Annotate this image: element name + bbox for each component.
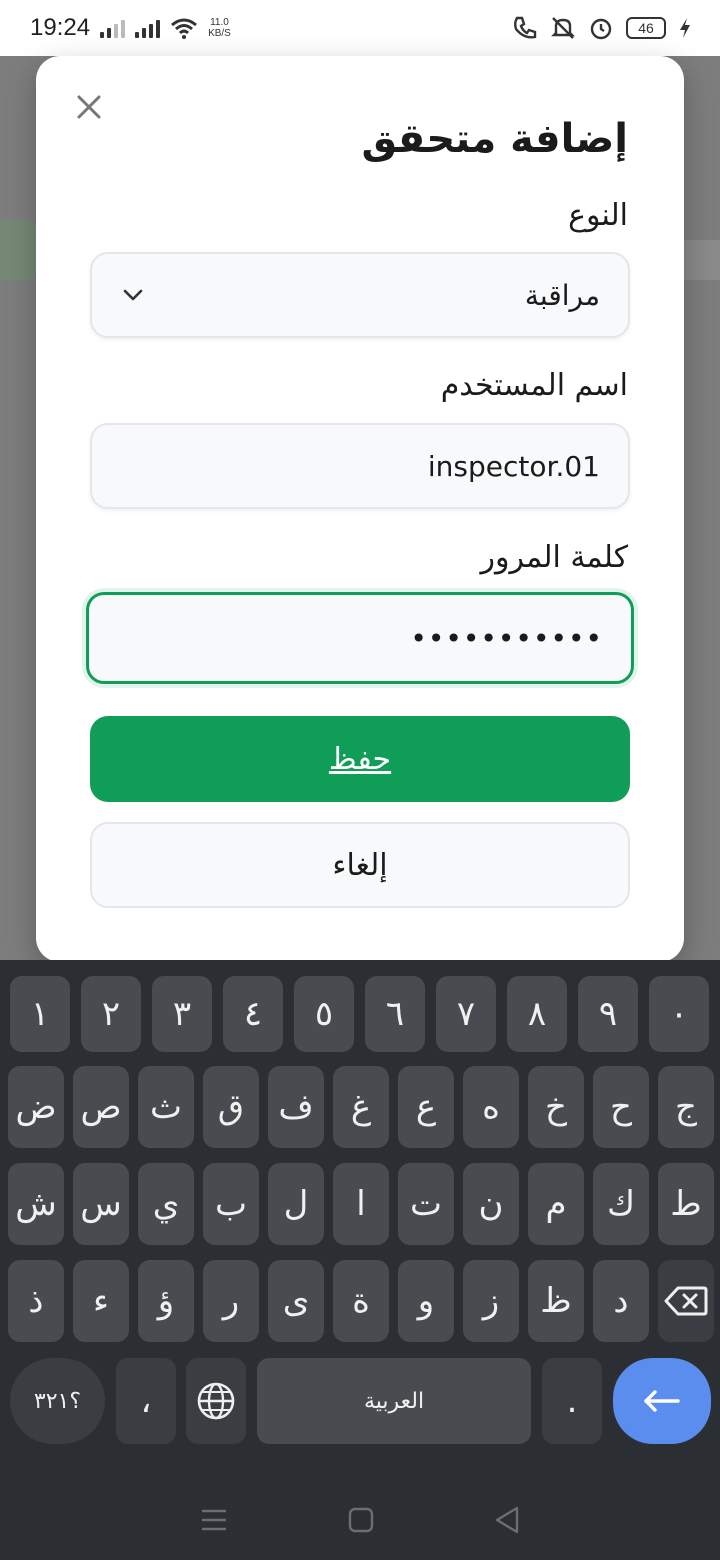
charging-icon [680,18,690,38]
language-key[interactable] [186,1358,246,1444]
key[interactable]: ٥ [294,976,354,1052]
background-element-2 [684,240,720,280]
menu-icon[interactable] [200,1508,228,1532]
key[interactable]: ش [8,1163,64,1245]
key[interactable]: خ [528,1066,584,1148]
arrow-left-icon [644,1390,680,1412]
navigation-bar [0,1480,720,1560]
type-label: النوع [568,198,628,233]
key[interactable]: ق [203,1066,259,1148]
key[interactable]: ٠ [649,976,709,1052]
status-time: 19:24 [30,14,91,41]
key[interactable]: ه [463,1066,519,1148]
key[interactable]: ف [268,1066,324,1148]
key[interactable]: ت [398,1163,454,1245]
close-icon[interactable] [74,92,104,122]
key[interactable]: ٣ [152,976,212,1052]
key[interactable]: ة [333,1260,389,1342]
back-icon[interactable] [494,1506,520,1534]
key[interactable]: ى [268,1260,324,1342]
type-select[interactable]: مراقبة [90,252,630,338]
chevron-down-icon [123,289,143,301]
key[interactable]: ح [593,1066,649,1148]
password-input[interactable]: ••••••••••• [86,592,634,684]
key[interactable]: س [73,1163,129,1245]
key[interactable]: ك [593,1163,649,1245]
key[interactable]: ٦ [365,976,425,1052]
key[interactable]: ض [8,1066,64,1148]
network-speed: 11.0 KB/S [208,17,231,39]
key[interactable]: ج [658,1066,714,1148]
username-value: inspector.01 [427,449,600,483]
key[interactable]: ظ [528,1260,584,1342]
key[interactable]: م [528,1163,584,1245]
username-label: اسم المستخدم [440,368,628,403]
dialog-title: إضافة متحقق [361,116,628,162]
key[interactable]: ١ [10,976,70,1052]
mute-icon [551,17,575,39]
key[interactable]: ٢ [81,976,141,1052]
password-value: ••••••••••• [410,621,603,655]
key[interactable]: ل [268,1163,324,1245]
save-button[interactable]: حفظ [90,716,630,802]
status-bar: 19:24 11.0 KB/S 46 [0,0,720,56]
keyboard: ١ ٢ ٣ ٤ ٥ ٦ ٧ ٨ ٩ ٠ ض ص ث ق ف غ ع ه خ ح … [0,960,720,1560]
battery-icon: 46 [626,17,666,39]
home-icon[interactable] [348,1507,374,1533]
key[interactable]: ٧ [436,976,496,1052]
wifi-icon [171,18,198,39]
key[interactable]: ص [73,1066,129,1148]
signal-icon-2 [135,18,161,38]
key[interactable]: و [398,1260,454,1342]
key[interactable]: ط [658,1163,714,1245]
comma-key[interactable]: ، [116,1358,176,1444]
symbols-key[interactable]: ؟٣٢١ [10,1358,105,1444]
key[interactable]: ء [73,1260,129,1342]
globe-icon [197,1382,235,1420]
background-element [0,220,38,280]
backspace-icon [664,1286,708,1316]
password-label: كلمة المرور [480,540,628,575]
period-key[interactable]: . [542,1358,602,1444]
key[interactable]: ؤ [138,1260,194,1342]
key[interactable]: د [593,1260,649,1342]
key[interactable]: ٩ [578,976,638,1052]
key[interactable]: ب [203,1163,259,1245]
backspace-key[interactable] [658,1260,714,1342]
key[interactable]: غ [333,1066,389,1148]
key[interactable]: ر [203,1260,259,1342]
add-inspector-dialog: إضافة متحقق النوع مراقبة اسم المستخدم in… [36,56,684,962]
enter-key[interactable] [613,1358,711,1444]
wifi-call-icon [514,16,537,39]
cancel-button[interactable]: إلغاء [90,822,630,908]
key[interactable]: ا [333,1163,389,1245]
space-key[interactable]: العربية [257,1358,531,1444]
key[interactable]: ث [138,1066,194,1148]
signal-icon [100,18,126,38]
alarm-icon [590,18,612,40]
key[interactable]: ن [463,1163,519,1245]
key[interactable]: ز [463,1260,519,1342]
key[interactable]: ٨ [507,976,567,1052]
key[interactable]: ٤ [223,976,283,1052]
key[interactable]: ذ [8,1260,64,1342]
key[interactable]: ي [138,1163,194,1245]
key[interactable]: ع [398,1066,454,1148]
type-select-value: مراقبة [524,278,600,312]
username-input[interactable]: inspector.01 [90,423,630,509]
